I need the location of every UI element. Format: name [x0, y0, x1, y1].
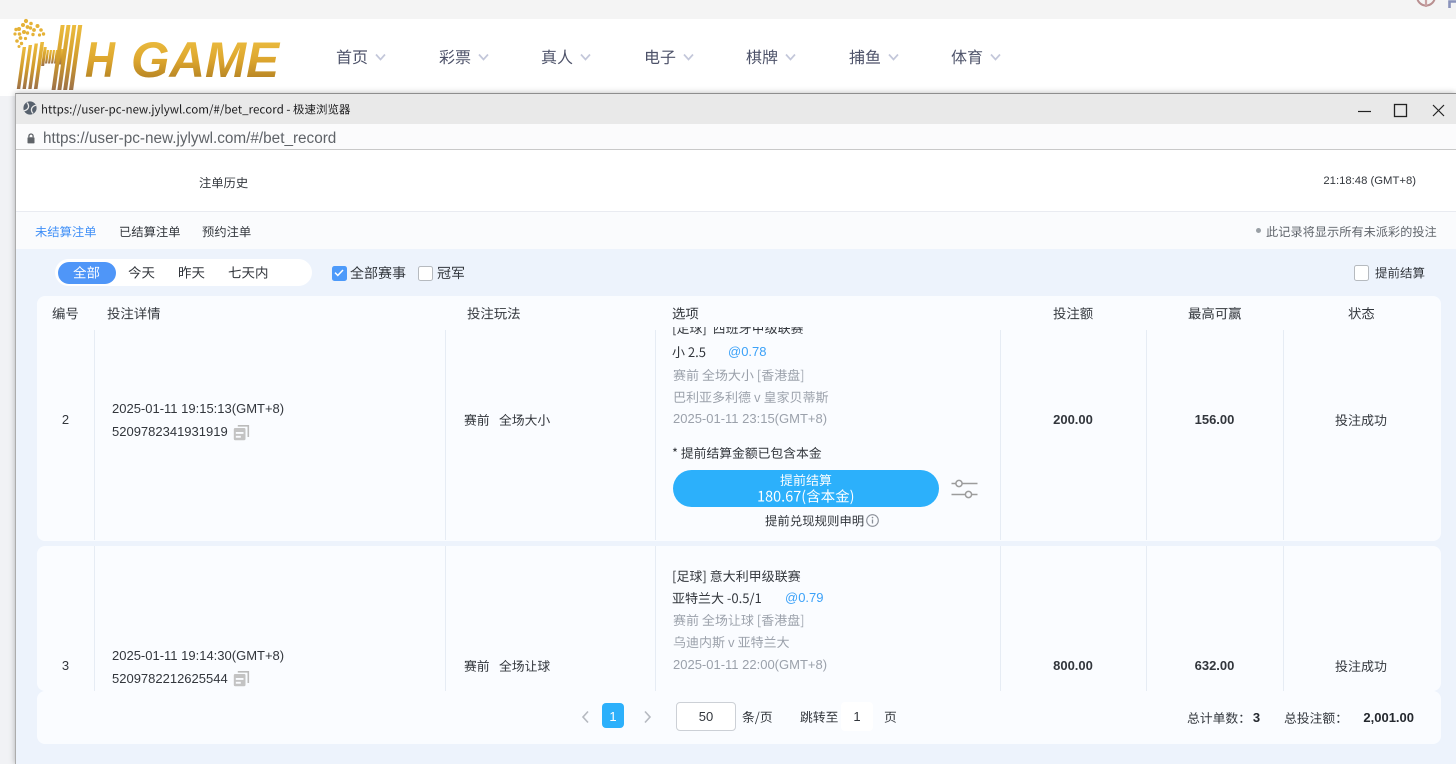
svg-text:GAME: GAME	[131, 32, 281, 88]
svg-text:H: H	[85, 32, 116, 88]
